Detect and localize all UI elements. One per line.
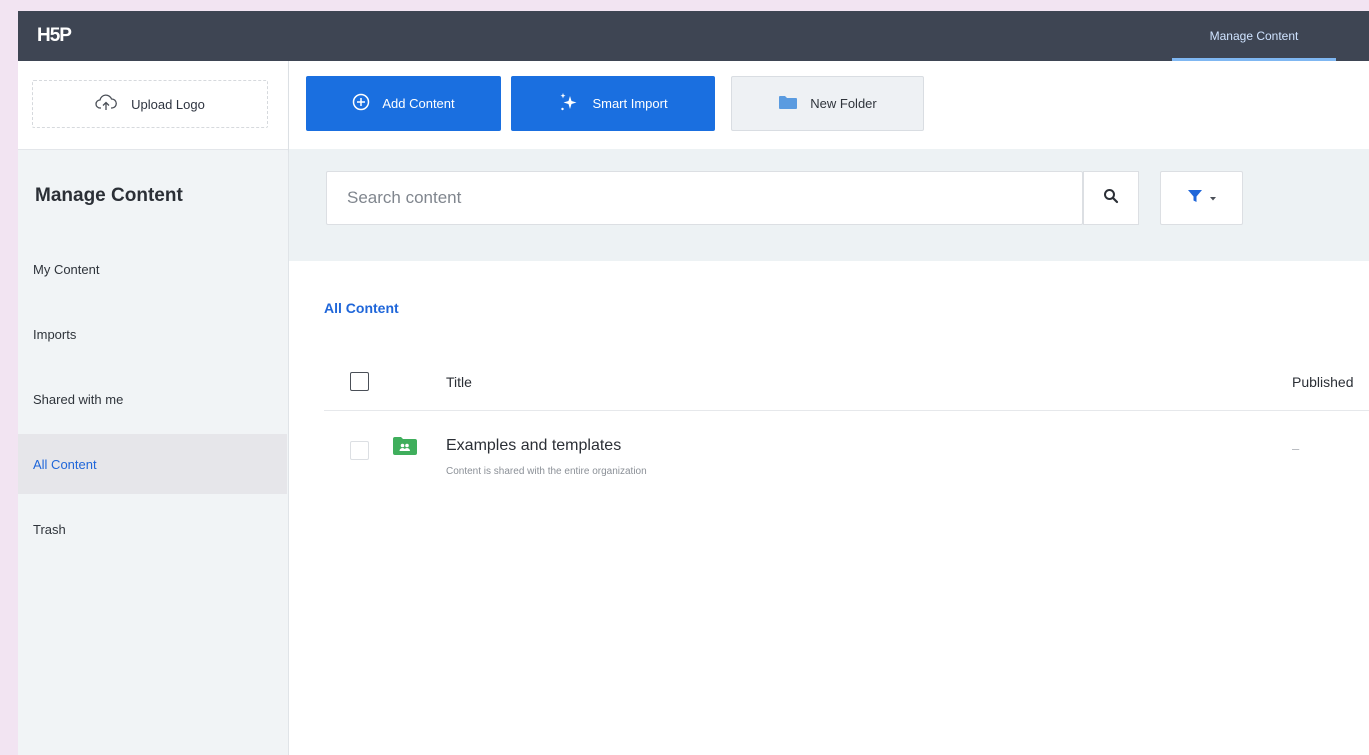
toolbar: Add Content Smart Import New Folder (289, 61, 1369, 150)
table-header: Title Published (324, 361, 1369, 411)
new-folder-button[interactable]: New Folder (731, 76, 924, 131)
filter-icon (1187, 188, 1203, 209)
sidebar-item-label: All Content (33, 456, 97, 472)
search-area (289, 149, 1369, 261)
sidebar: Upload Logo Manage Content My Content Im… (18, 61, 289, 755)
column-header-title[interactable]: Title (446, 374, 472, 390)
filter-dropdown-button[interactable] (1160, 171, 1243, 225)
sidebar-item-label: Imports (33, 326, 77, 342)
sidebar-item-my-content[interactable]: My Content (18, 239, 287, 299)
search-input[interactable] (326, 171, 1083, 225)
add-content-button[interactable]: Add Content (306, 76, 501, 131)
sidebar-item-all-content[interactable]: All Content (18, 434, 287, 494)
row-checkbox[interactable] (350, 441, 369, 460)
cloud-upload-icon (95, 94, 117, 115)
row-title[interactable]: Examples and templates (446, 437, 621, 455)
select-all-checkbox[interactable] (350, 372, 369, 391)
row-subtitle: Content is shared with the entire organi… (446, 466, 647, 477)
search-button[interactable] (1083, 171, 1139, 225)
tab-label: Manage Content (1209, 29, 1299, 43)
smart-import-button[interactable]: Smart Import (511, 76, 715, 131)
row-published: – (1292, 441, 1300, 456)
breadcrumb[interactable]: All Content (324, 300, 399, 316)
table-row[interactable]: Examples and templates Content is shared… (324, 411, 1369, 481)
shared-folder-icon (392, 436, 418, 461)
sidebar-item-trash[interactable]: Trash (18, 499, 287, 559)
sidebar-title: Manage Content (35, 185, 183, 206)
plus-circle-icon (352, 93, 370, 114)
smart-import-label: Smart Import (592, 96, 668, 111)
sidebar-item-imports[interactable]: Imports (18, 304, 287, 364)
folder-icon (778, 94, 798, 113)
new-folder-label: New Folder (810, 96, 877, 111)
chevron-down-icon (1209, 189, 1217, 207)
column-header-published[interactable]: Published (1292, 374, 1354, 390)
sidebar-header: Upload Logo (18, 61, 288, 150)
h5p-logo[interactable]: H5P (37, 25, 72, 47)
sparkles-icon (558, 91, 580, 116)
add-content-label: Add Content (382, 96, 455, 111)
sidebar-item-label: Shared with me (33, 391, 124, 407)
upload-logo-label: Upload Logo (131, 96, 205, 112)
sidebar-item-shared-with-me[interactable]: Shared with me (18, 369, 287, 429)
tab-manage-content[interactable]: Manage Content (1172, 11, 1336, 61)
upload-logo-button[interactable]: Upload Logo (32, 80, 268, 128)
app-window: H5P Manage Content Upload Logo Manage Co… (18, 11, 1369, 755)
search-icon (1103, 188, 1119, 209)
sidebar-item-label: My Content (33, 261, 100, 277)
top-bar: H5P Manage Content (18, 11, 1369, 61)
sidebar-item-label: Trash (33, 521, 66, 537)
